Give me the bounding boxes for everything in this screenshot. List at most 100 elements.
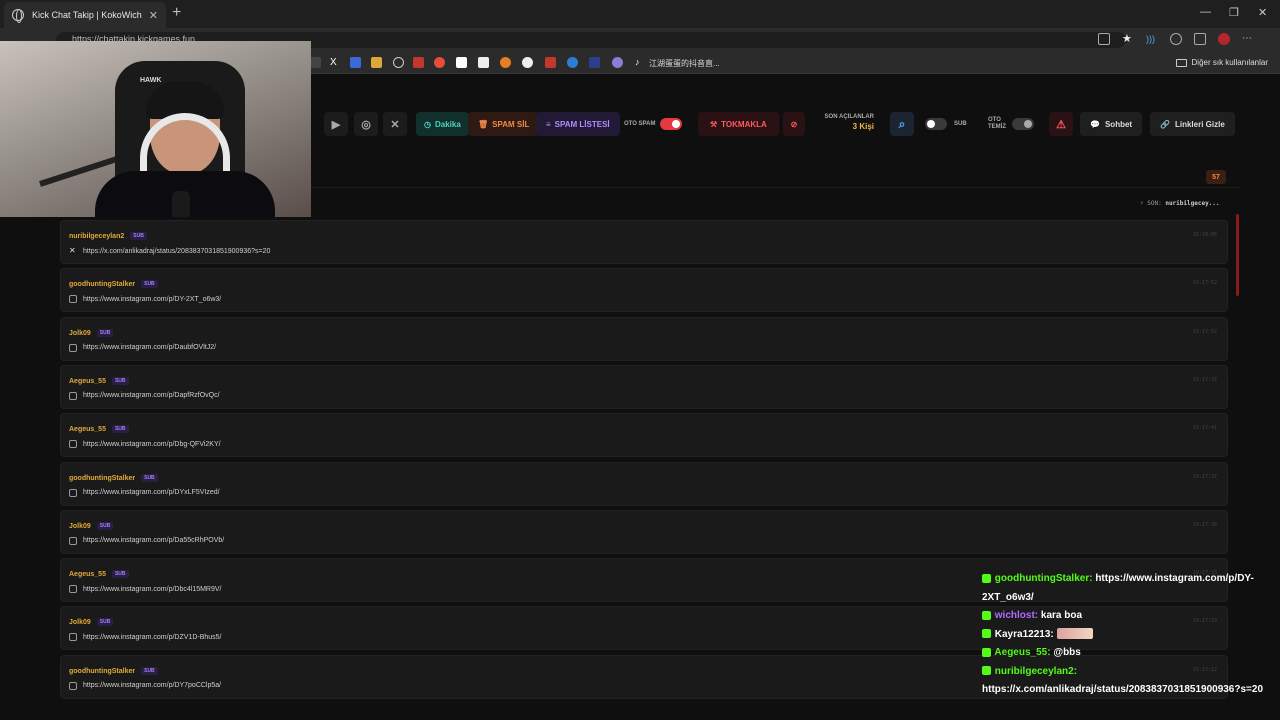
x-bookmark-icon[interactable]: X [330,57,341,68]
bookmark-label[interactable]: 江湖蛋蛋的抖音直... [649,58,720,69]
instagram-button[interactable]: ◎ [354,112,378,136]
bookmark-icon[interactable] [522,57,533,68]
link-url[interactable]: https://www.instagram.com/p/DY-2XT_o6w3/ [83,296,221,303]
sub-badge: SUB [130,232,147,240]
link-url[interactable]: https://www.instagram.com/p/DZV1D-Bhus5/ [83,634,222,641]
new-tab-button[interactable]: + [172,4,181,22]
oto-temiz-toggle[interactable] [1012,118,1034,130]
link-message-row[interactable]: Jolk09 SUB https://www.instagram.com/p/Dau… [60,316,1228,361]
message-username[interactable]: Jolk09 SUB [69,521,114,530]
message-link[interactable]: https://www.instagram.com/p/Da55cRhPOVb/ [69,536,224,545]
webcam-overlay: HAWK [0,41,311,217]
warning-button[interactable]: ⚠ [1049,112,1073,136]
bookmark-icon[interactable] [545,57,556,68]
extensions-icon[interactable] [1170,33,1182,45]
message-username[interactable]: goodhuntingStalker SUB [69,666,158,675]
message-link[interactable]: https://www.instagram.com/p/DZV1D-Bhus5/ [69,633,222,642]
message-link[interactable]: https://www.instagram.com/p/DY7poCClp5a/ [69,681,221,690]
link-message-row[interactable]: Aegeus_55 SUB https://www.instagram.com/p/… [60,364,1228,409]
link-url[interactable]: https://www.instagram.com/p/Da55cRhPOVb/ [83,537,224,544]
message-link[interactable]: https://www.instagram.com/p/DYxLF5VIzed/ [69,488,220,497]
link-url[interactable]: https://www.instagram.com/p/DapfRzfOvQc/ [83,392,220,399]
message-time: 33:10:05 [1192,232,1217,238]
link-url[interactable]: https://x.com/anlikadraj/status/20838370… [83,248,270,255]
reader-icon[interactable] [1098,33,1110,45]
sohbet-button[interactable]: 💬 Sohbet [1080,112,1143,136]
maximize-button[interactable]: ❐ [1229,6,1239,19]
bookmark-icon[interactable] [589,57,600,68]
kick-badge-icon [982,610,991,620]
scrollbar[interactable] [1236,214,1239,296]
link-url[interactable]: https://www.instagram.com/p/Dbg-QFVi2KY/ [83,441,221,448]
bookmark-icon[interactable] [612,57,623,68]
close-window-button[interactable]: ✕ [1258,6,1267,19]
star-icon[interactable]: ★ [1122,33,1134,45]
message-link[interactable]: https://www.instagram.com/p/Dbg-QFVi2KY/ [69,440,221,449]
search-icon: ⌕ [898,116,906,131]
trash-icon: 🗑 [478,119,489,129]
tab-title: Kick Chat Takip | KokoWich [32,10,142,20]
message-username[interactable]: Aegeus_55 SUB [69,570,129,579]
oto-spam-toggle[interactable] [660,118,682,130]
tokmakla-button[interactable]: ⚒ TOKMAKLA [698,112,779,136]
message-username[interactable]: Aegeus_55 SUB [69,425,129,434]
close-tab-icon[interactable]: ✕ [149,9,158,22]
profile-avatar[interactable] [1218,33,1230,45]
link-message-row[interactable]: goodhuntingStalker SUB https://www.instagr… [60,268,1228,313]
message-username[interactable]: Jolk09 SUB [69,328,114,337]
link-message-row[interactable]: Jolk09 SUB https://www.instagram.com/p/Da5… [60,509,1228,554]
instagram-icon [69,536,77,545]
bookmark-icon[interactable] [350,57,361,68]
message-username[interactable]: goodhuntingStalker SUB [69,473,158,482]
search-button[interactable]: ⌕ [890,112,914,136]
linkleri-gizle-button[interactable]: 🔗 Linkleri Gizle [1150,112,1235,136]
x-button[interactable]: ✕ [383,112,407,136]
spam-listesi-button[interactable]: ≡ SPAM LİSTESİ [536,112,620,136]
message-link[interactable]: https://www.instagram.com/p/DapfRzfOvQc/ [69,391,220,400]
bookmark-icon[interactable] [393,57,404,68]
collections-icon[interactable] [1194,33,1206,45]
minimize-button[interactable]: — [1200,6,1211,18]
message-link[interactable]: ✕ https://x.com/anlikadraj/status/2083837… [69,247,270,255]
message-link[interactable]: https://www.instagram.com/p/Dbc4l15MR9V/ [69,585,222,594]
bookmark-icon[interactable] [478,57,489,68]
message-username[interactable]: nuribilgeceylan2 SUB [69,232,147,240]
link-message-row[interactable]: Aegeus_55 SUB https://www.instagram.com/p/… [60,413,1228,458]
spam-sil-button[interactable]: 🗑 SPAM SİL [468,112,540,136]
message-link[interactable]: https://www.instagram.com/p/DY-2XT_o6w3/ [69,295,221,304]
browser-tab[interactable]: Kick Chat Takip | KokoWich ✕ [4,2,166,28]
link-url[interactable]: https://www.instagram.com/p/DY7poCClp5a/ [83,682,221,689]
bookmark-icon[interactable] [500,57,511,68]
last-message-indicator: ⚡ SON: nuribilgecey... [1140,200,1220,207]
stop-button[interactable]: ⊘ [783,112,805,136]
dakika-button[interactable]: ◷ Dakika [416,112,469,136]
sub-badge: SUB [111,376,129,385]
bookmark-icon[interactable] [371,57,382,68]
instagram-icon [69,440,77,449]
message-username[interactable]: goodhuntingStalker SUB [69,280,158,289]
link-url[interactable]: https://www.instagram.com/p/DaubfOVltJ2/ [83,344,216,351]
instagram-icon [69,585,77,594]
link-message-row[interactable]: goodhuntingStalker SUB https://www.instagr… [60,461,1228,506]
link-url[interactable]: https://www.instagram.com/p/DYxLF5VIzed/ [83,489,220,496]
message-username[interactable]: Jolk09 SUB [69,618,114,627]
message-link[interactable]: https://www.instagram.com/p/DaubfOVltJ2/ [69,343,216,352]
bookmark-icon[interactable] [413,57,424,68]
patreon-icon[interactable] [456,57,467,68]
reddit-icon[interactable] [434,57,445,68]
chat-username: Aegeus_55: [992,647,1051,658]
message-username[interactable]: Aegeus_55 SUB [69,376,129,385]
chair-brand-logo: HAWK [140,77,162,84]
sub-toggle[interactable] [925,118,947,130]
other-bookmarks[interactable]: Diğer sık kullanılanlar [1175,58,1268,67]
youtube-button[interactable]: ▶ [324,112,348,136]
x-icon: ✕ [390,118,400,131]
bookmark-icon[interactable] [567,57,578,68]
tiktok-icon[interactable]: ♪ [635,57,646,68]
link-url[interactable]: https://www.instagram.com/p/Dbc4l15MR9V/ [83,586,222,593]
bookmark-icon[interactable] [310,57,321,68]
clock-icon: ◷ [424,119,431,129]
link-message-row[interactable]: nuribilgeceylan2 SUB ✕ https://x.com/anlika… [60,220,1228,264]
menu-icon[interactable]: ⋯ [1242,33,1254,45]
read-aloud-icon[interactable]: ))) [1146,33,1158,45]
